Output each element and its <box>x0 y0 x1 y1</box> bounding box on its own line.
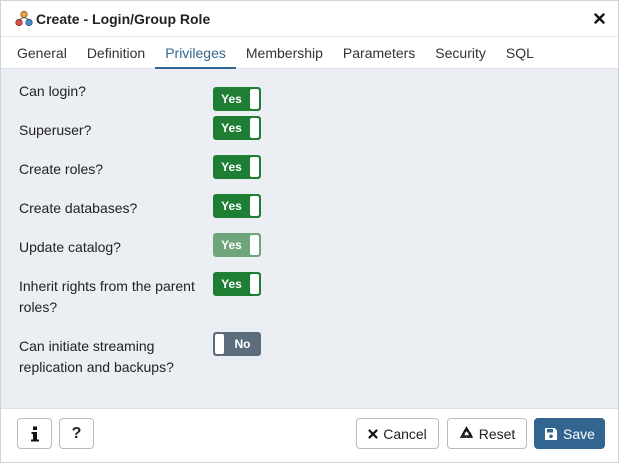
replication-toggle[interactable]: No <box>213 332 261 356</box>
toggle-knob <box>250 157 259 177</box>
tab-membership[interactable]: Membership <box>236 37 333 68</box>
help-label: ? <box>71 424 82 442</box>
reset-button[interactable]: Reset <box>447 418 527 449</box>
recycle-icon <box>459 426 474 441</box>
tab-security[interactable]: Security <box>425 37 496 68</box>
save-icon <box>544 427 558 441</box>
privilege-label: Can login? <box>19 83 86 99</box>
tab-parameters[interactable]: Parameters <box>333 37 425 68</box>
help-button[interactable]: ? <box>59 418 94 449</box>
save-label: Save <box>563 425 595 442</box>
privilege-label: Inherit rights from the parent roles? <box>19 278 195 315</box>
update-catalog-toggle: Yes <box>213 233 261 257</box>
can-login-toggle[interactable]: Yes <box>213 87 261 111</box>
tab-privileges[interactable]: Privileges <box>155 37 236 69</box>
tab-definition[interactable]: Definition <box>77 37 155 68</box>
dialog-title: Create - Login/Group Role <box>36 10 211 27</box>
inherit-rights-toggle[interactable]: Yes <box>213 272 261 296</box>
cancel-label: Cancel <box>383 425 427 442</box>
privilege-label: Create roles? <box>19 161 104 177</box>
privilege-label: Can initiate streaming replication and b… <box>19 338 174 375</box>
create-databases-toggle[interactable]: Yes <box>213 194 261 218</box>
privilege-label: Create databases? <box>19 200 138 216</box>
info-icon <box>30 426 40 442</box>
toggle-knob <box>250 196 259 216</box>
tab-general[interactable]: General <box>7 37 77 68</box>
cancel-button[interactable]: Cancel <box>356 418 439 449</box>
create-roles-toggle[interactable]: Yes <box>213 155 261 179</box>
toggle-knob <box>250 89 259 109</box>
toggle-knob <box>215 334 224 354</box>
close-icon[interactable] <box>590 10 608 28</box>
toggle-knob <box>250 118 259 138</box>
dialog-titlebar[interactable]: Create - Login/Group Role <box>1 1 618 37</box>
role-group-icon <box>15 10 33 28</box>
close-icon <box>368 428 378 439</box>
privilege-label: Update catalog? <box>19 239 121 255</box>
reset-label: Reset <box>478 425 516 442</box>
toggle-knob <box>250 235 259 255</box>
privileges-panel: Can login? Yes Superuser? Yes Create rol… <box>1 69 618 408</box>
create-role-dialog: Create - Login/Group Role General Defini… <box>0 0 619 463</box>
save-button[interactable]: Save <box>534 418 605 449</box>
tab-bar: General Definition Privileges Membership… <box>1 37 618 69</box>
superuser-toggle[interactable]: Yes <box>213 116 261 140</box>
info-button[interactable] <box>17 418 52 449</box>
dialog-footer: ? Cancel Reset Save <box>1 408 618 462</box>
privilege-label: Superuser? <box>19 122 92 138</box>
tab-sql[interactable]: SQL <box>496 37 544 68</box>
toggle-knob <box>250 274 259 294</box>
